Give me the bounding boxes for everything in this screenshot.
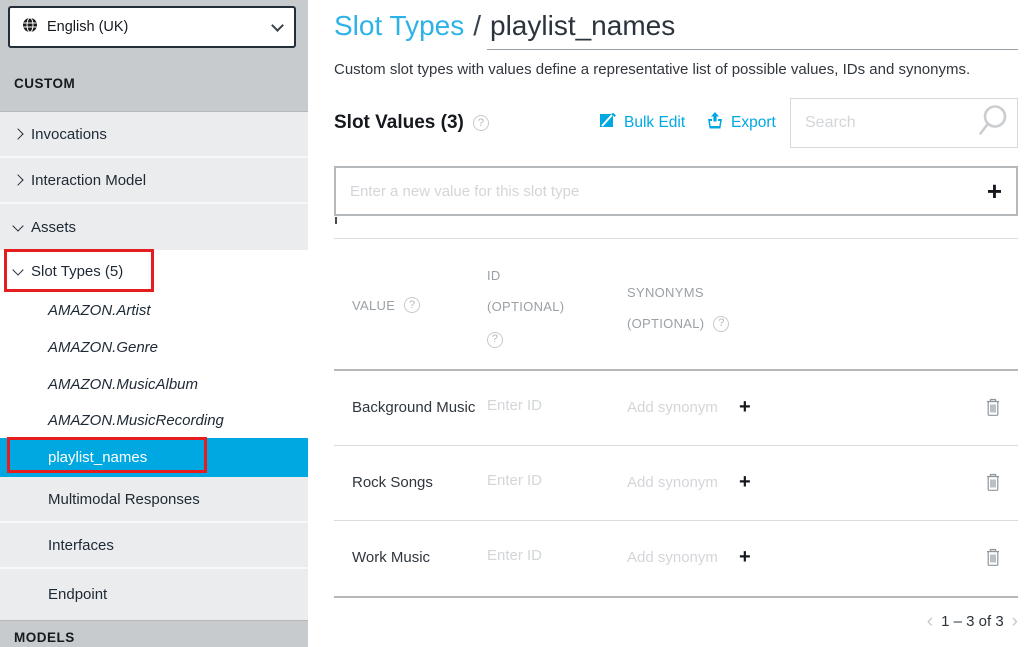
bulk-edit-button[interactable]: Bulk Edit	[600, 98, 685, 148]
sidebar-item-assets[interactable]: Assets	[0, 204, 308, 250]
language-selector-value: English (UK)	[47, 19, 264, 35]
column-header-synonyms: SYNONYMS (OPTIONAL) ?	[627, 277, 729, 339]
id-input[interactable]	[487, 547, 602, 564]
add-synonym-button[interactable]: +	[739, 472, 751, 492]
synonym-input[interactable]	[627, 474, 731, 491]
chevron-down-icon	[12, 220, 23, 231]
search-input[interactable]	[805, 114, 977, 132]
id-input[interactable]	[487, 472, 602, 489]
search-icon[interactable]	[977, 104, 1009, 143]
sidebar-item-amazon-artist[interactable]: AMAZON.Artist	[0, 292, 308, 329]
add-value-button[interactable]: +	[987, 178, 1002, 204]
search-box	[790, 98, 1018, 148]
sidebar-item-amazon-musicalbum[interactable]: AMAZON.MusicAlbum	[0, 366, 308, 402]
sidebar-item-slot-types[interactable]: Slot Types (5)	[0, 250, 308, 292]
section-header-custom: CUSTOM	[14, 76, 75, 91]
bulk-edit-icon	[600, 113, 617, 134]
chevron-down-icon	[12, 264, 23, 275]
models-section: MODELS	[0, 620, 308, 647]
slot-values-table: VALUE ? ID (OPTIONAL) ? SYNONYMS (OPTION…	[334, 238, 1018, 598]
pagination: ‹ 1 – 3 of 3 ›	[927, 612, 1018, 631]
sidebar-item-interaction-model[interactable]: Interaction Model	[0, 158, 308, 204]
page-title: playlist_names	[490, 10, 675, 41]
breadcrumb-slot-types-link[interactable]: Slot Types	[334, 10, 464, 41]
language-selector[interactable]: English (UK)	[8, 6, 296, 48]
sidebar-item-invocations[interactable]: Invocations	[0, 112, 308, 158]
new-slot-value-input[interactable]	[350, 183, 987, 200]
globe-icon	[22, 17, 38, 38]
table-row: Work Music +	[334, 521, 1018, 598]
pagination-label: 1 – 3 of 3	[941, 613, 1004, 630]
add-synonym-button[interactable]: +	[739, 397, 751, 417]
synonym-input[interactable]	[627, 549, 731, 566]
language-section: English (UK) CUSTOM	[0, 0, 308, 112]
delete-row-button[interactable]	[985, 473, 1001, 497]
sidebar-item-interfaces[interactable]: Interfaces	[0, 523, 308, 569]
page-description: Custom slot types with values define a r…	[334, 61, 970, 78]
chevron-down-icon	[271, 19, 284, 32]
sidebar-item-amazon-musicrecording[interactable]: AMAZON.MusicRecording	[0, 402, 308, 438]
chevron-right-icon	[12, 128, 23, 139]
table-row: Rock Songs +	[334, 446, 1018, 521]
column-header-value: VALUE ?	[352, 297, 420, 313]
export-icon	[706, 112, 724, 134]
export-button[interactable]: Export	[706, 98, 776, 148]
app-window: English (UK) CUSTOM Invocations Interact…	[0, 0, 1032, 647]
slot-value-text: Work Music	[352, 549, 430, 566]
breadcrumb: Slot Types / playlist_names	[334, 10, 675, 42]
breadcrumb-separator: /	[473, 10, 481, 41]
sidebar-item-playlist-names[interactable]: playlist_names	[0, 438, 308, 477]
synonym-input[interactable]	[627, 399, 731, 416]
help-icon[interactable]: ?	[713, 316, 729, 332]
help-icon[interactable]: ?	[404, 297, 420, 313]
section-header-models: MODELS	[14, 630, 75, 645]
add-synonym-button[interactable]: +	[739, 547, 751, 567]
sidebar-item-endpoint[interactable]: Endpoint	[0, 569, 308, 620]
new-slot-value-field: +	[334, 166, 1018, 216]
delete-row-button[interactable]	[985, 398, 1001, 422]
title-underline	[487, 49, 1018, 50]
id-input[interactable]	[487, 397, 602, 414]
main-content: Slot Types / playlist_names Custom slot ty…	[308, 0, 1032, 647]
slot-value-text: Background Music	[352, 399, 475, 416]
table-row: Background Music +	[334, 371, 1018, 446]
pagination-prev-icon[interactable]: ‹	[927, 612, 933, 631]
help-icon[interactable]: ?	[487, 332, 503, 348]
pagination-next-icon[interactable]: ›	[1012, 612, 1018, 631]
sidebar-item-amazon-genre[interactable]: AMAZON.Genre	[0, 329, 308, 366]
column-header-id: ID (OPTIONAL) ?	[487, 260, 564, 353]
stray-cursor-mark	[335, 217, 337, 224]
help-icon[interactable]: ?	[473, 115, 489, 131]
table-header: VALUE ? ID (OPTIONAL) ? SYNONYMS (OPTION…	[334, 238, 1018, 371]
sidebar-item-multimodal-responses[interactable]: Multimodal Responses	[0, 477, 308, 523]
chevron-right-icon	[12, 174, 23, 185]
slot-value-text: Rock Songs	[352, 474, 433, 491]
slot-values-heading: Slot Values (3) ?	[334, 98, 489, 148]
delete-row-button[interactable]	[985, 548, 1001, 572]
sidebar: English (UK) CUSTOM Invocations Interact…	[0, 0, 308, 647]
slot-values-title: Slot Values (3)	[334, 112, 464, 134]
